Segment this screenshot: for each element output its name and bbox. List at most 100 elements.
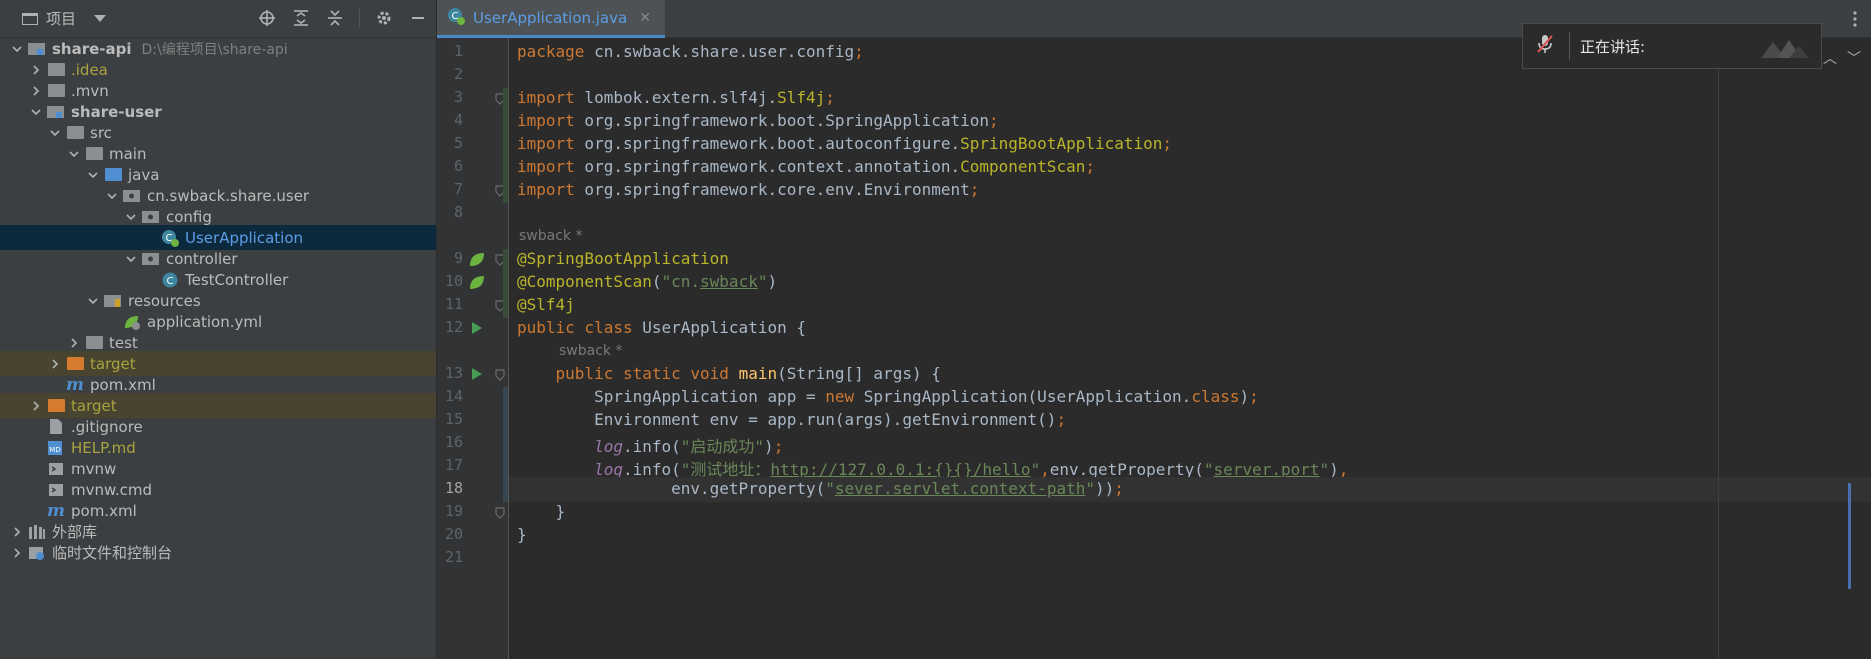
folder-icon — [66, 125, 84, 141]
spring-bean-icon[interactable] — [468, 250, 486, 272]
chevron-up-icon[interactable]: ︿ — [1823, 48, 1837, 68]
line-number: 5 — [453, 134, 463, 152]
code-line[interactable]: Environment env = app.run(args).getEnvir… — [517, 410, 1066, 433]
code-line[interactable]: @Slf4j — [517, 295, 575, 318]
tree-item-label: TestController — [185, 270, 289, 289]
chevron-down-icon[interactable] — [48, 126, 62, 140]
locate-file-icon[interactable] — [257, 8, 277, 28]
chevron-right-icon[interactable] — [48, 357, 62, 371]
tree-item-label: main — [109, 144, 147, 163]
vcs-change-marker[interactable] — [503, 479, 508, 502]
chevron-down-icon[interactable] — [94, 15, 107, 22]
chevron-right-icon[interactable] — [29, 84, 43, 98]
spring-bean-icon[interactable] — [468, 273, 486, 295]
chevron-right-icon[interactable] — [10, 525, 24, 539]
module-path: D:\编程项目\share-api — [141, 41, 288, 58]
chevron-down-icon[interactable] — [10, 42, 24, 56]
gear-icon[interactable] — [374, 8, 394, 28]
code-line[interactable]: import org.springframework.boot.autoconf… — [517, 134, 1172, 157]
tree-item-label: java — [128, 165, 160, 184]
vcs-change-marker[interactable] — [503, 295, 508, 318]
vcs-change-marker[interactable] — [503, 272, 508, 295]
chevron-down-icon[interactable] — [86, 168, 100, 182]
author-inlay-hint[interactable]: swback * — [519, 228, 582, 244]
code-line[interactable]: SpringApplication app = new SpringApplic… — [517, 387, 1259, 410]
vcs-change-marker[interactable] — [503, 88, 508, 111]
code-line[interactable]: } — [517, 502, 566, 525]
chevron-right-icon[interactable] — [29, 399, 43, 413]
line-number: 6 — [453, 157, 463, 175]
tree-item-label: resources — [128, 291, 201, 310]
script-icon — [47, 482, 65, 498]
chevron-down-icon[interactable] — [86, 294, 100, 308]
collapse-all-icon[interactable] — [325, 8, 345, 28]
microphone-muted-icon[interactable] — [1535, 33, 1565, 59]
chevron-right-icon[interactable] — [10, 546, 24, 560]
close-tab-icon[interactable]: ✕ — [639, 10, 651, 26]
fold-icon[interactable] — [495, 507, 505, 523]
tree-item-label: 外部库 — [52, 523, 98, 541]
chevron-down-icon[interactable] — [67, 147, 81, 161]
line-number: 18 — [444, 479, 463, 497]
chevron-right-icon[interactable] — [67, 336, 81, 350]
module-folder-icon — [28, 41, 46, 57]
code-line[interactable]: import lombok.extern.slf4j.Slf4j; — [517, 88, 835, 111]
code-line[interactable]: public static void main(String[] args) { — [517, 364, 941, 387]
line-number: 1 — [453, 42, 463, 60]
tab-label: UserApplication.java — [473, 8, 628, 27]
code-line[interactable]: import org.springframework.context.annot… — [517, 157, 1095, 180]
code-line[interactable]: @ComponentScan("cn.swback") — [517, 272, 777, 295]
vcs-change-marker[interactable] — [503, 111, 508, 134]
tree-item-label: HELP.md — [71, 438, 136, 457]
tree-item-label: mvnw.cmd — [71, 480, 153, 499]
project-tool-window: 项目 share-api D:\编程项目\share-api .idea .mvn sh… — [0, 0, 437, 659]
code-editor[interactable]: package cn.swback.share.user.config; impo… — [509, 38, 1871, 659]
more-tabs-icon[interactable] — [1853, 10, 1857, 32]
excluded-folder-icon — [47, 398, 65, 414]
vcs-change-marker[interactable] — [503, 410, 508, 433]
tab-user-application[interactable]: C UserApplication.java ✕ — [437, 0, 665, 38]
code-line[interactable]: package cn.swback.share.user.config; — [517, 42, 864, 65]
code-line[interactable]: } — [517, 525, 527, 548]
tree-item[interactable]: 临时文件和控制台 — [0, 540, 436, 565]
author-inlay-hint[interactable]: swback * — [559, 343, 622, 359]
hide-panel-icon[interactable] — [408, 8, 428, 28]
code-line[interactable]: env.getProperty("sever.servlet.context-p… — [517, 479, 1124, 502]
chevron-down-icon[interactable] — [124, 210, 138, 224]
run-icon[interactable] — [471, 367, 483, 385]
vcs-change-marker[interactable] — [503, 249, 508, 272]
vcs-change-marker[interactable] — [503, 157, 508, 180]
vcs-change-marker[interactable] — [503, 456, 508, 479]
package-icon — [142, 251, 160, 267]
spring-boot-class-icon: C — [161, 229, 179, 247]
chevron-down-icon[interactable]: ﹀ — [1847, 48, 1861, 68]
vcs-change-marker[interactable] — [503, 387, 508, 410]
code-line[interactable]: log.info("测试地址：http://127.0.0.1:{}{}/hel… — [517, 456, 1348, 479]
code-line[interactable]: public class UserApplication { — [517, 318, 806, 341]
run-icon[interactable] — [471, 321, 483, 339]
chevron-right-icon[interactable] — [29, 63, 43, 77]
fold-icon[interactable] — [495, 369, 505, 385]
tree-item-label: .gitignore — [71, 417, 143, 436]
chevron-down-icon[interactable] — [29, 105, 43, 119]
code-line[interactable]: @SpringBootApplication — [517, 249, 729, 272]
project-view-title[interactable]: 项目 — [46, 8, 76, 29]
script-icon — [47, 461, 65, 477]
vcs-change-marker[interactable] — [503, 180, 508, 203]
chevron-down-icon[interactable] — [124, 252, 138, 266]
source-folder-icon — [104, 167, 122, 183]
code-line[interactable]: log.info("启动成功"); — [517, 433, 783, 456]
vcs-change-marker[interactable] — [503, 433, 508, 456]
class-icon: C — [161, 272, 179, 288]
line-number: 10 — [444, 272, 463, 290]
code-line[interactable]: import org.springframework.core.env.Envi… — [517, 180, 979, 203]
chevron-down-icon[interactable] — [105, 189, 119, 203]
line-number: 11 — [444, 295, 463, 313]
code-line[interactable]: import org.springframework.boot.SpringAp… — [517, 111, 999, 134]
vcs-change-marker[interactable] — [503, 134, 508, 157]
line-number: 8 — [453, 203, 463, 221]
project-panel-header: 项目 — [0, 0, 436, 38]
tree-item-label: mvnw — [71, 459, 117, 478]
expand-all-icon[interactable] — [291, 8, 311, 28]
file-icon — [47, 419, 65, 435]
